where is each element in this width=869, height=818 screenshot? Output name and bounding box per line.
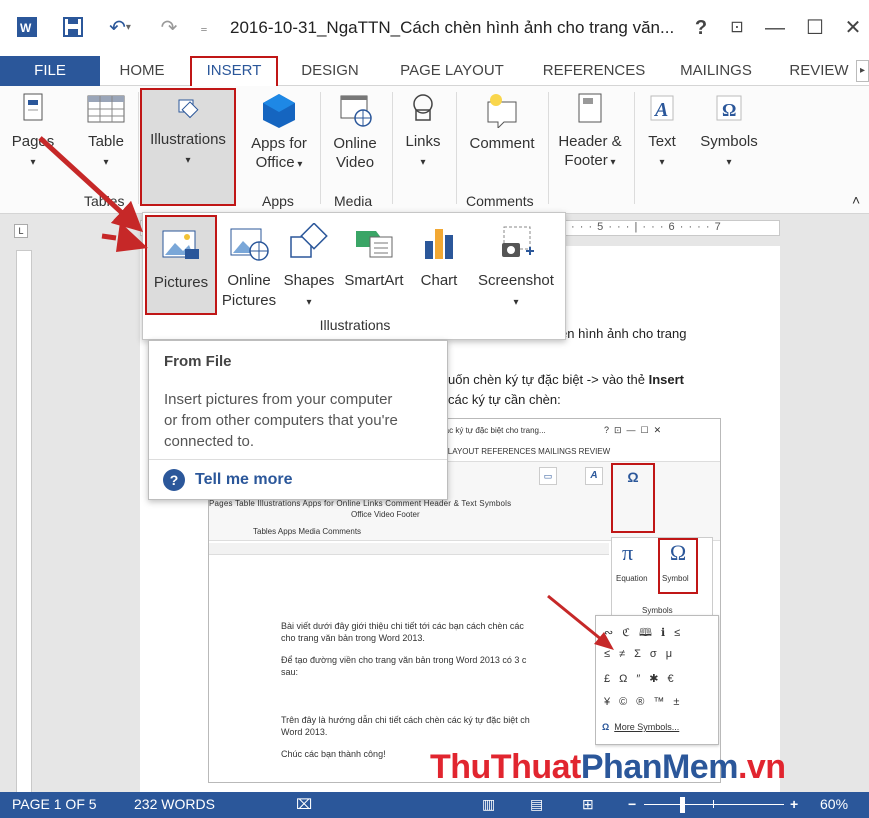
zoom-out-button[interactable]: −	[628, 796, 636, 812]
proofing-icon[interactable]: ⌧	[296, 796, 312, 813]
status-bar: PAGE 1 OF 5 232 WORDS ⌧ ▥ ▤ ⊞ − + 60%	[0, 792, 869, 818]
zoom-in-button[interactable]: +	[790, 796, 798, 812]
read-mode-icon[interactable]: ▥	[482, 796, 495, 813]
word-count[interactable]: 232 WORDS	[134, 796, 215, 812]
print-layout-icon[interactable]: ▤	[530, 796, 543, 813]
arrow-to-pictures	[38, 136, 144, 233]
watermark-logo: ThuThuatPhanMem.vn	[430, 748, 786, 786]
zoom-level[interactable]: 60%	[820, 796, 848, 812]
zoom-slider-thumb[interactable]	[680, 797, 685, 813]
annotation-arrows	[38, 136, 614, 650]
zoom-slider-track[interactable]	[644, 804, 784, 805]
arrow-to-pictures-head	[116, 222, 148, 252]
arrow-to-symbol	[547, 594, 603, 642]
web-layout-icon[interactable]: ⊞	[582, 796, 594, 813]
page-count[interactable]: PAGE 1 OF 5	[12, 796, 97, 812]
